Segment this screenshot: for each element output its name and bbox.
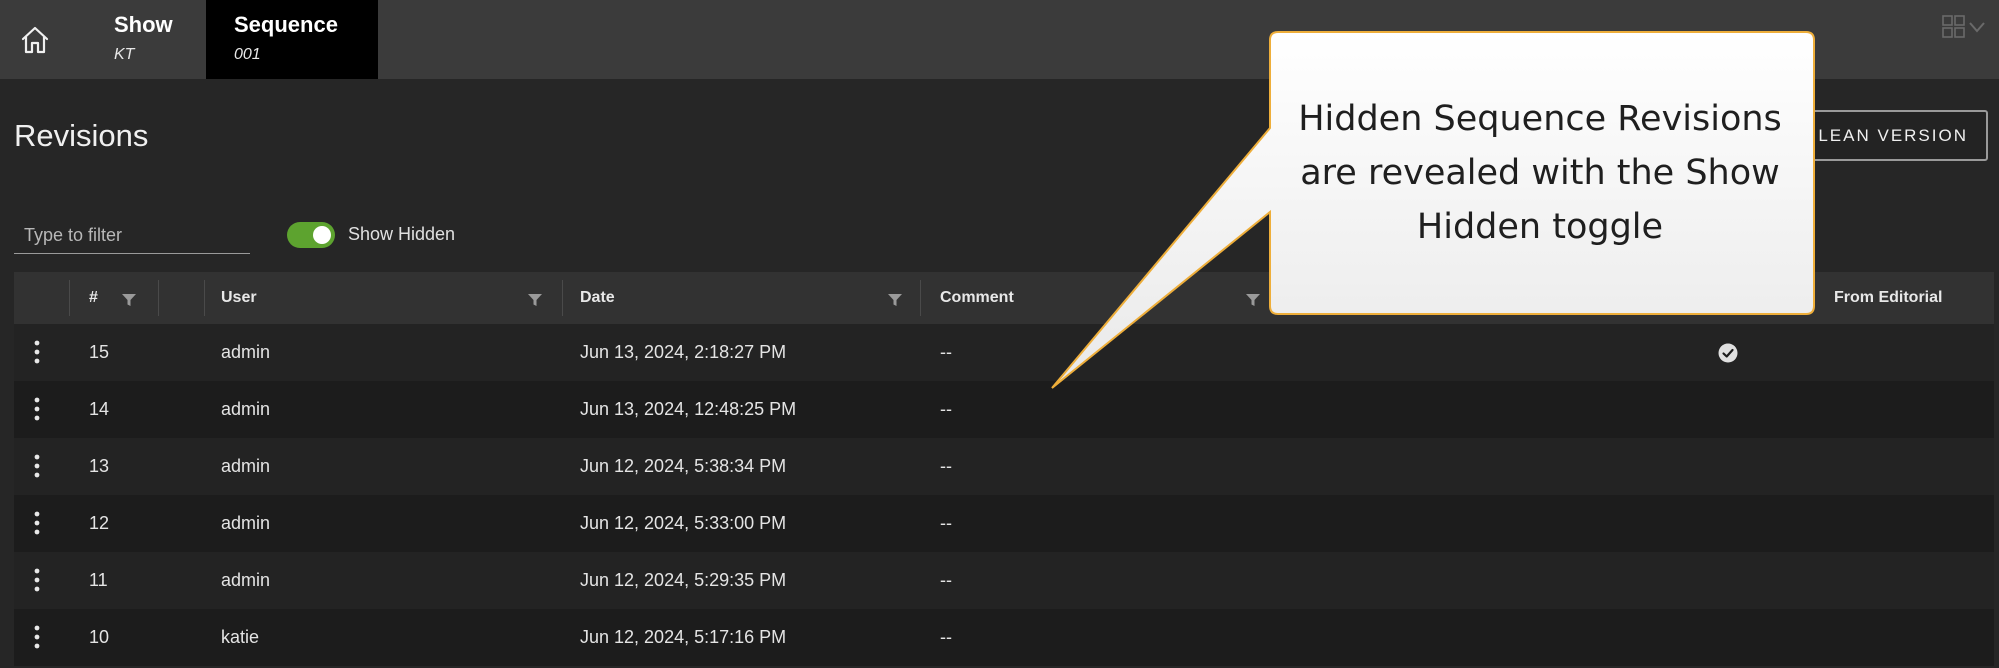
filter-icon[interactable] (528, 294, 542, 306)
table-row[interactable]: 15 admin Jun 13, 2024, 2:18:27 PM -- (14, 324, 1994, 381)
table-row[interactable]: 13 admin Jun 12, 2024, 5:38:34 PM -- (14, 438, 1994, 495)
cell-user: admin (221, 342, 271, 362)
cell-user: admin (221, 456, 271, 476)
revisions-table: # User Date Comment From Editorial 15 adm… (14, 272, 1994, 666)
filter-icon[interactable] (122, 294, 136, 306)
cell-number: 15 (89, 342, 110, 362)
cell-user: admin (221, 513, 271, 533)
callout-line: Hidden Sequence Revisions (1298, 99, 1782, 139)
cell-user: admin (221, 399, 271, 419)
column-header-date[interactable]: Date (580, 272, 615, 324)
show-hidden-label: Show Hidden (348, 224, 456, 244)
callout-line: are revealed with the Show (1300, 153, 1780, 193)
column-header-comment[interactable]: Comment (940, 272, 1014, 324)
callout-line: Hidden toggle (1416, 207, 1664, 247)
column-separator (562, 280, 563, 316)
cell-comment: -- (940, 627, 952, 647)
cell-comment: -- (940, 399, 952, 419)
toggle-knob (313, 226, 331, 244)
column-separator (69, 280, 70, 316)
show-hidden-toggle[interactable] (287, 222, 335, 248)
table-body: 15 admin Jun 13, 2024, 2:18:27 PM -- 14 admin… (14, 324, 1994, 666)
cell-number: 11 (89, 570, 108, 590)
cell-date: Jun 12, 2024, 5:33:00 PM (580, 513, 787, 533)
breadcrumb-sequence[interactable]: Sequence 001 (206, 0, 378, 79)
column-separator (204, 280, 205, 316)
column-header-from-editorial[interactable]: From Editorial (1834, 272, 1942, 324)
breadcrumb-show[interactable]: Show KT (86, 0, 206, 79)
cell-number: 13 (89, 456, 110, 476)
home-icon (21, 26, 49, 53)
cell-date: Jun 13, 2024, 12:48:25 PM (580, 399, 797, 419)
column-header-number[interactable]: # (89, 272, 98, 324)
column-header-user[interactable]: User (221, 272, 257, 324)
column-separator (158, 280, 159, 316)
column-separator (920, 280, 921, 316)
page-title: Revisions (14, 118, 149, 153)
cell-number: 10 (89, 627, 110, 647)
cell-comment: -- (940, 513, 952, 533)
breadcrumb-show-title: Show (114, 12, 173, 37)
cell-date: Jun 12, 2024, 5:38:34 PM (580, 456, 787, 476)
table-header: # User Date Comment From Editorial (14, 272, 1994, 324)
cell-comment: -- (940, 456, 952, 476)
cell-number: 14 (89, 399, 110, 419)
breadcrumb-sequence-subtitle: 001 (234, 46, 261, 63)
check-circle-icon (1718, 343, 1738, 363)
filter-icon[interactable] (1246, 294, 1260, 306)
filter-input[interactable] (14, 218, 250, 254)
table-row[interactable]: 12 admin Jun 12, 2024, 5:33:00 PM -- (14, 495, 1994, 552)
grid-menu-button[interactable] (1940, 14, 1996, 44)
cell-comment: -- (940, 570, 952, 590)
cell-comment: -- (940, 342, 952, 362)
breadcrumb-sequence-title: Sequence (234, 12, 338, 37)
cell-date: Jun 13, 2024, 2:18:27 PM (580, 342, 787, 362)
home-button[interactable] (0, 0, 70, 79)
table-row[interactable]: 10 katie Jun 12, 2024, 5:17:16 PM -- (14, 609, 1994, 666)
more-vertical-icon[interactable] (34, 454, 40, 478)
table-row[interactable]: 14 admin Jun 13, 2024, 12:48:25 PM -- (14, 381, 1994, 438)
cell-user: admin (221, 570, 271, 590)
more-vertical-icon[interactable] (34, 397, 40, 421)
cell-user: katie (221, 627, 260, 647)
filter-icon[interactable] (888, 294, 902, 306)
cell-date: Jun 12, 2024, 5:17:16 PM (580, 627, 787, 647)
more-vertical-icon[interactable] (34, 625, 40, 649)
grid-menu-icon (1942, 15, 1985, 38)
cell-date: Jun 12, 2024, 5:29:35 PM (580, 570, 787, 590)
top-nav-bar: Show KT Sequence 001 (0, 0, 1999, 79)
table-row[interactable]: 11 admin Jun 12, 2024, 5:29:35 PM -- (14, 552, 1994, 609)
more-vertical-icon[interactable] (34, 340, 40, 364)
more-vertical-icon[interactable] (34, 511, 40, 535)
more-vertical-icon[interactable] (34, 568, 40, 592)
callout-text: Hidden Sequence Revisions are revealed w… (1266, 92, 1814, 254)
breadcrumb-show-subtitle: KT (114, 46, 135, 63)
cell-number: 12 (89, 513, 110, 533)
